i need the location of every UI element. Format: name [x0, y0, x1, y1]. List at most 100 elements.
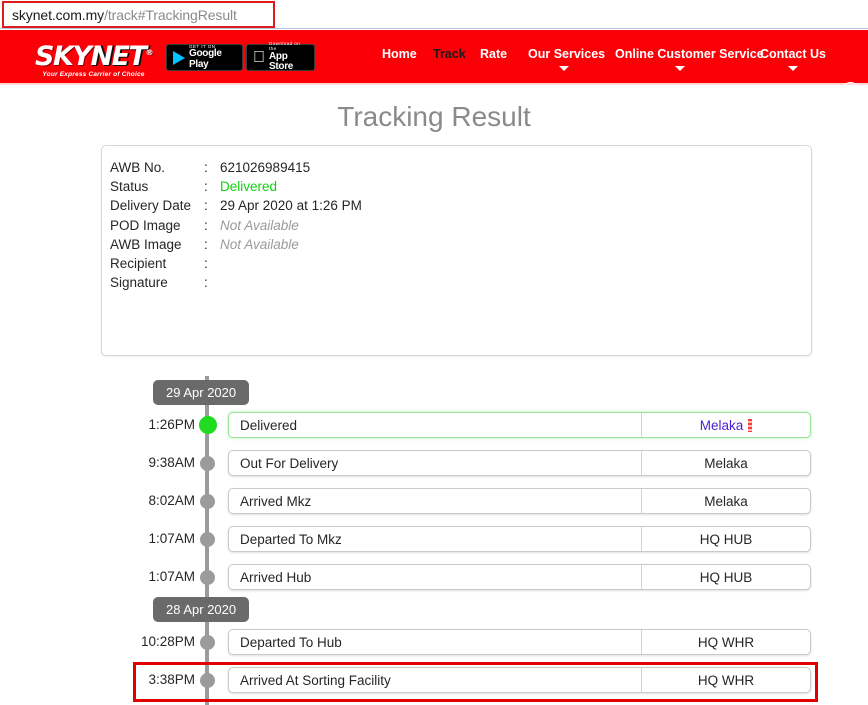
- timeline-dot: [200, 532, 215, 547]
- info-row-awb-image: AWB Image : Not Available: [110, 235, 811, 254]
- skynet-logo[interactable]: SKYNET® Your Express Carrier of Choice: [26, 36, 161, 80]
- timeline-status: Delivered: [240, 417, 298, 433]
- page-title: Tracking Result: [337, 101, 531, 132]
- logo-tagline: Your Express Carrier of Choice: [42, 70, 145, 78]
- logo-registered-mark: ®: [145, 47, 153, 57]
- timeline-location: HQ HUB: [641, 565, 810, 589]
- info-row-delivery-date: Delivery Date : 29 Apr 2020 at 1:26 PM: [110, 196, 811, 215]
- timeline-row-departed-to-hub[interactable]: 10:28PM Departed To Hub HQ WHR: [0, 629, 868, 655]
- app-store-label: App Store: [257, 51, 303, 72]
- logo-net-text: NET: [90, 40, 146, 72]
- timeline-location: HQ WHR: [641, 668, 810, 692]
- info-label-status: Status: [110, 179, 149, 195]
- timeline-time: 10:28PM: [140, 634, 195, 649]
- info-row-status: Status : Delivered: [110, 177, 811, 196]
- nav-item-our-services[interactable]: Our Services: [528, 47, 605, 61]
- info-value-delivery-date: 29 Apr 2020 at 1:26 PM: [220, 198, 362, 214]
- info-value-pod-image: Not Available: [220, 217, 299, 233]
- timeline-location: HQ WHR: [641, 630, 810, 654]
- timeline-row-arrived-at-sorting-facility[interactable]: 3:38PM Arrived At Sorting Facility HQ WH…: [0, 667, 868, 693]
- timeline-entry-box[interactable]: Departed To Hub HQ WHR: [228, 629, 811, 655]
- logo-sky-text: SKY: [35, 40, 92, 72]
- info-colon: :: [204, 160, 208, 176]
- timeline-entry-box[interactable]: Arrived At Sorting Facility HQ WHR: [228, 667, 811, 693]
- chevron-down-icon-contact-us[interactable]: [788, 66, 798, 71]
- nav-item-home[interactable]: Home: [382, 47, 417, 61]
- app-store-badge[interactable]:  Download on the App Store: [246, 41, 315, 72]
- info-label-delivery-date: Delivery Date: [110, 198, 192, 214]
- timeline-location: Melaka: [641, 489, 810, 513]
- timeline-entry-box[interactable]: Out For Delivery Melaka: [228, 450, 811, 476]
- timeline-time: 9:38AM: [148, 455, 195, 470]
- site-header: SKYNET® Your Express Carrier of Choice G…: [0, 30, 868, 101]
- timeline-dot: [200, 635, 215, 650]
- timeline-status: Arrived Mkz: [240, 493, 312, 509]
- text-cursor-icon: [748, 418, 753, 432]
- timeline-entry-box[interactable]: Arrived Hub HQ HUB: [228, 564, 811, 590]
- google-play-label: Google Play: [189, 48, 222, 70]
- info-label-signature: Signature: [110, 275, 168, 291]
- timeline-time: 8:02AM: [148, 493, 195, 508]
- timeline-status: Arrived At Sorting Facility: [240, 672, 391, 688]
- timeline-location: Melaka: [641, 451, 810, 475]
- timeline-row-out-for-delivery[interactable]: 9:38AM Out For Delivery Melaka: [0, 450, 868, 476]
- timeline-status: Departed To Hub: [240, 634, 342, 650]
- apple-icon: : [253, 49, 265, 66]
- main-nav: Home Track Rate Our Services Online Cust…: [370, 30, 830, 85]
- nav-item-track[interactable]: Track: [433, 47, 466, 61]
- info-value-awb-image: Not Available: [220, 236, 299, 252]
- timeline-location-text: Melaka: [699, 417, 744, 433]
- timeline-time: 3:38PM: [148, 672, 195, 687]
- info-colon: :: [204, 275, 208, 291]
- chevron-down-icon-online-customer-service[interactable]: [675, 66, 685, 71]
- url-input[interactable]: skynet.com.my/track#TrackingResult: [2, 1, 275, 28]
- timeline-dot: [200, 494, 215, 509]
- info-colon: :: [204, 236, 208, 252]
- timeline-dot-current: [199, 416, 217, 434]
- nav-item-rate[interactable]: Rate: [480, 47, 507, 61]
- timeline-location-link[interactable]: Melaka: [641, 413, 810, 437]
- chevron-down-icon-our-services[interactable]: [559, 66, 569, 71]
- timeline-row-arrived-hub[interactable]: 1:07AM Arrived Hub HQ HUB: [0, 564, 868, 590]
- timeline-time: 1:07AM: [148, 531, 195, 546]
- google-play-badge[interactable]: GET IT ON Google Play: [166, 44, 243, 71]
- info-row-signature: Signature :: [110, 273, 811, 292]
- timeline-status: Out For Delivery: [240, 455, 339, 471]
- google-play-icon: [173, 50, 185, 65]
- timeline-date-badge: 29 Apr 2020: [153, 380, 250, 405]
- browser-url-bar: skynet.com.my/track#TrackingResult: [0, 0, 868, 29]
- timeline-row-delivered[interactable]: 1:26PM Delivered Melaka: [0, 412, 868, 438]
- timeline-dot: [200, 673, 215, 688]
- timeline-row-arrived-mkz[interactable]: 8:02AM Arrived Mkz Melaka: [0, 488, 868, 514]
- info-row-recipient: Recipient :: [110, 254, 811, 273]
- timeline-row-departed-to-mkz[interactable]: 1:07AM Departed To Mkz HQ HUB: [0, 526, 868, 552]
- user-icon[interactable]: [841, 82, 860, 101]
- url-path: /track#TrackingResult: [104, 6, 237, 23]
- tracking-timeline: 29 Apr 2020 1:26PM Delivered Melaka 9:38…: [0, 368, 868, 705]
- timeline-entry-box[interactable]: Departed To Mkz HQ HUB: [228, 526, 811, 552]
- info-row-pod-image: POD Image : Not Available: [110, 216, 811, 235]
- timeline-entry-box[interactable]: Delivered Melaka: [228, 412, 811, 438]
- timeline-status: Arrived Hub: [240, 569, 312, 585]
- timeline-date-badge: 28 Apr 2020: [153, 597, 250, 622]
- logo-wordmark: SKYNET®: [35, 39, 153, 72]
- info-label-awb-no: AWB No.: [110, 160, 166, 176]
- info-label-awb-image: AWB Image: [110, 236, 182, 252]
- timeline-dot: [200, 456, 215, 471]
- timeline-time: 1:07AM: [148, 569, 195, 584]
- info-label-pod-image: POD Image: [110, 217, 181, 233]
- info-value-awb-no: 621026989415: [220, 160, 311, 176]
- info-colon: :: [204, 198, 208, 214]
- info-colon: :: [204, 217, 208, 233]
- timeline-status: Departed To Mkz: [240, 531, 342, 547]
- info-row-awb-no: AWB No. : 621026989415: [110, 158, 811, 177]
- info-colon: :: [204, 256, 208, 272]
- timeline-entry-box[interactable]: Arrived Mkz Melaka: [228, 488, 811, 514]
- status-badge: Delivered: [220, 179, 278, 195]
- timeline-time: 1:26PM: [148, 417, 195, 432]
- nav-item-contact-us[interactable]: Contact Us: [760, 47, 826, 61]
- url-host: skynet.com.my: [12, 6, 105, 23]
- timeline-dot: [200, 570, 215, 585]
- nav-item-online-customer-service[interactable]: Online Customer Service: [615, 47, 764, 61]
- info-colon: :: [204, 179, 208, 195]
